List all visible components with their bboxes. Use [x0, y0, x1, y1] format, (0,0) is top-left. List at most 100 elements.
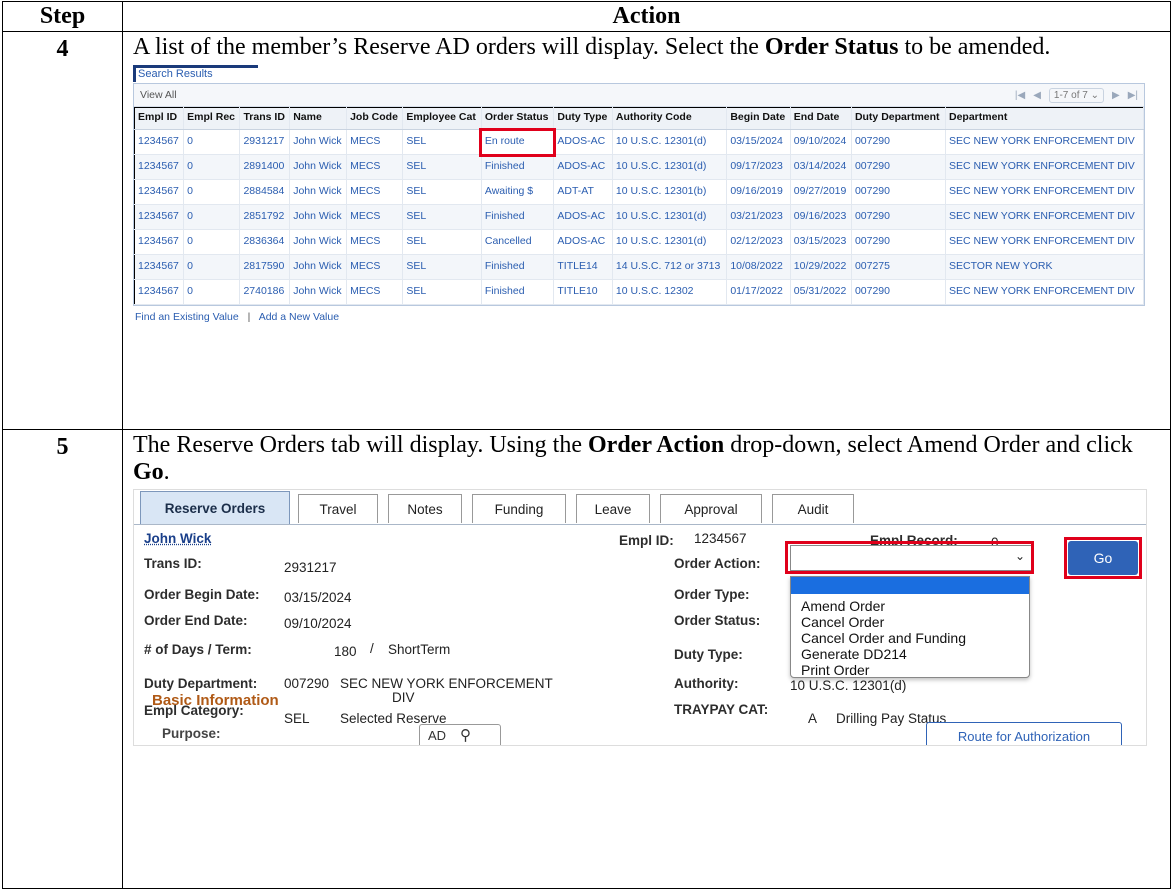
- grid-cell[interactable]: 10 U.S.C. 12301(b): [611, 179, 728, 205]
- order-status-cell[interactable]: En route: [479, 127, 556, 157]
- grid-cell[interactable]: John Wick: [289, 229, 348, 255]
- dropdown-blank-option[interactable]: [791, 577, 1029, 594]
- grid-column-header[interactable]: Duty Department: [850, 107, 946, 130]
- grid-cell[interactable]: 10/08/2022: [726, 254, 791, 280]
- grid-row[interactable]: 1234567 0 2931217 John Wick MECS SEL En route A…: [133, 127, 1145, 157]
- grid-cell[interactable]: John Wick: [289, 154, 348, 180]
- grid-cell[interactable]: 007290: [850, 154, 946, 180]
- grid-cell[interactable]: John Wick: [289, 179, 348, 205]
- tab-leave[interactable]: Leave: [576, 494, 650, 523]
- grid-cell[interactable]: MECS: [346, 129, 404, 155]
- grid-column-header[interactable]: Empl Rec: [183, 107, 241, 130]
- grid-cell[interactable]: 10 U.S.C. 12301(d): [611, 129, 728, 155]
- grid-cell[interactable]: 0: [183, 254, 241, 280]
- grid-row[interactable]: 1234567 0 2740186 John Wick MECS SEL Finished T…: [133, 279, 1145, 305]
- grid-cell[interactable]: MECS: [346, 204, 404, 230]
- grid-column-header[interactable]: Empl ID: [133, 107, 185, 130]
- grid-cell[interactable]: John Wick: [289, 129, 348, 155]
- grid-cell[interactable]: John Wick: [289, 279, 348, 305]
- grid-column-header[interactable]: Name: [289, 107, 348, 130]
- grid-cell[interactable]: TITLE10: [553, 279, 613, 305]
- purpose-field[interactable]: AD ⚲: [419, 724, 501, 745]
- grid-cell[interactable]: SEC NEW YORK ENFORCEMENT DIV: [944, 229, 1145, 255]
- grid-cell[interactable]: 0: [183, 179, 241, 205]
- grid-cell[interactable]: ADOS-AC: [553, 129, 613, 155]
- grid-column-header[interactable]: End Date: [789, 107, 852, 130]
- grid-cell[interactable]: 03/21/2023: [726, 204, 791, 230]
- grid-row[interactable]: 1234567 0 2836364 John Wick MECS SEL Cancelled…: [133, 229, 1145, 255]
- grid-cell[interactable]: SEC NEW YORK ENFORCEMENT DIV: [944, 204, 1145, 230]
- grid-cell[interactable]: ADOS-AC: [553, 229, 613, 255]
- grid-cell[interactable]: SEL: [402, 279, 482, 305]
- route-for-authorization-button[interactable]: Route for Authorization: [926, 722, 1122, 745]
- grid-cell[interactable]: 1234567: [133, 129, 185, 155]
- grid-cell[interactable]: 2740186: [239, 279, 291, 305]
- grid-cell[interactable]: SEL: [402, 204, 482, 230]
- order-status-cell[interactable]: Awaiting $: [480, 179, 555, 205]
- grid-cell[interactable]: 01/17/2022: [726, 279, 791, 305]
- grid-cell[interactable]: 03/14/2024: [789, 154, 852, 180]
- grid-cell[interactable]: 1234567: [133, 204, 185, 230]
- grid-cell[interactable]: MECS: [346, 154, 404, 180]
- grid-cell[interactable]: John Wick: [289, 254, 348, 280]
- grid-column-header[interactable]: Job Code: [346, 107, 404, 130]
- grid-cell[interactable]: 1234567: [133, 229, 185, 255]
- tab-audit[interactable]: Audit: [772, 494, 854, 523]
- tab-travel[interactable]: Travel: [298, 494, 378, 523]
- next-page-icon[interactable]: ▶: [1112, 90, 1120, 101]
- prev-page-icon[interactable]: ◀: [1033, 90, 1041, 101]
- grid-cell[interactable]: ADOS-AC: [553, 154, 613, 180]
- grid-cell[interactable]: MECS: [346, 229, 404, 255]
- view-all-link[interactable]: View All: [140, 89, 177, 101]
- grid-cell[interactable]: SEL: [402, 254, 482, 280]
- grid-cell[interactable]: 10 U.S.C. 12301(d): [611, 229, 728, 255]
- grid-cell[interactable]: 14 U.S.C. 712 or 3713: [611, 254, 728, 280]
- option-cancel-order-funding[interactable]: Cancel Order and Funding: [791, 630, 1029, 646]
- grid-cell[interactable]: 03/15/2023: [789, 229, 852, 255]
- grid-cell[interactable]: 09/10/2024: [789, 129, 852, 155]
- grid-cell[interactable]: 1234567: [133, 254, 185, 280]
- grid-cell[interactable]: TITLE14: [553, 254, 613, 280]
- grid-cell[interactable]: 007290: [850, 204, 946, 230]
- grid-column-header[interactable]: Duty Type: [553, 107, 613, 130]
- employee-name-link[interactable]: John Wick: [144, 531, 211, 546]
- grid-cell[interactable]: 2817590: [239, 254, 291, 280]
- grid-cell[interactable]: 10 U.S.C. 12301(d): [611, 154, 728, 180]
- grid-cell[interactable]: 10/29/2022: [789, 254, 852, 280]
- grid-cell[interactable]: 1234567: [133, 279, 185, 305]
- grid-cell[interactable]: 1234567: [133, 154, 185, 180]
- grid-cell[interactable]: 09/27/2019: [789, 179, 852, 205]
- grid-cell[interactable]: 0: [183, 229, 241, 255]
- grid-cell[interactable]: SEC NEW YORK ENFORCEMENT DIV: [944, 129, 1145, 155]
- grid-cell[interactable]: 09/17/2023: [726, 154, 791, 180]
- grid-cell[interactable]: 007290: [850, 279, 946, 305]
- option-print-order[interactable]: Print Order: [791, 662, 1029, 678]
- order-status-cell[interactable]: Finished: [480, 154, 555, 180]
- grid-column-header[interactable]: Order Status: [480, 107, 555, 130]
- last-page-icon[interactable]: ▶|: [1128, 90, 1138, 101]
- grid-cell[interactable]: 02/12/2023: [726, 229, 791, 255]
- order-status-cell[interactable]: Finished: [480, 279, 555, 305]
- find-existing-link[interactable]: Find an Existing Value: [135, 311, 239, 323]
- option-generate-dd214[interactable]: Generate DD214: [791, 646, 1029, 662]
- grid-cell[interactable]: 2931217: [239, 129, 291, 155]
- page-range-select[interactable]: 1-7 of 7 ⌄: [1048, 87, 1104, 103]
- option-amend-order[interactable]: Amend Order: [791, 598, 1029, 614]
- add-new-value-link[interactable]: Add a New Value: [259, 311, 339, 323]
- grid-cell[interactable]: SEL: [402, 179, 482, 205]
- grid-cell[interactable]: 007290: [850, 179, 946, 205]
- grid-cell[interactable]: SEC NEW YORK ENFORCEMENT DIV: [944, 279, 1145, 305]
- grid-cell[interactable]: 2884584: [239, 179, 291, 205]
- grid-cell[interactable]: ADOS-AC: [553, 204, 613, 230]
- tab-reserve-orders[interactable]: Reserve Orders: [140, 491, 290, 524]
- grid-cell[interactable]: 0: [183, 129, 241, 155]
- grid-cell[interactable]: 0: [183, 154, 241, 180]
- grid-cell[interactable]: 05/31/2022: [789, 279, 852, 305]
- grid-cell[interactable]: SEC NEW YORK ENFORCEMENT DIV: [944, 154, 1145, 180]
- grid-row[interactable]: 1234567 0 2851792 John Wick MECS SEL Finished A…: [133, 204, 1145, 230]
- grid-cell[interactable]: 2891400: [239, 154, 291, 180]
- grid-cell[interactable]: ADT-AT: [553, 179, 613, 205]
- grid-cell[interactable]: 03/15/2024: [726, 129, 791, 155]
- tab-notes[interactable]: Notes: [388, 494, 462, 523]
- grid-cell[interactable]: 0: [183, 204, 241, 230]
